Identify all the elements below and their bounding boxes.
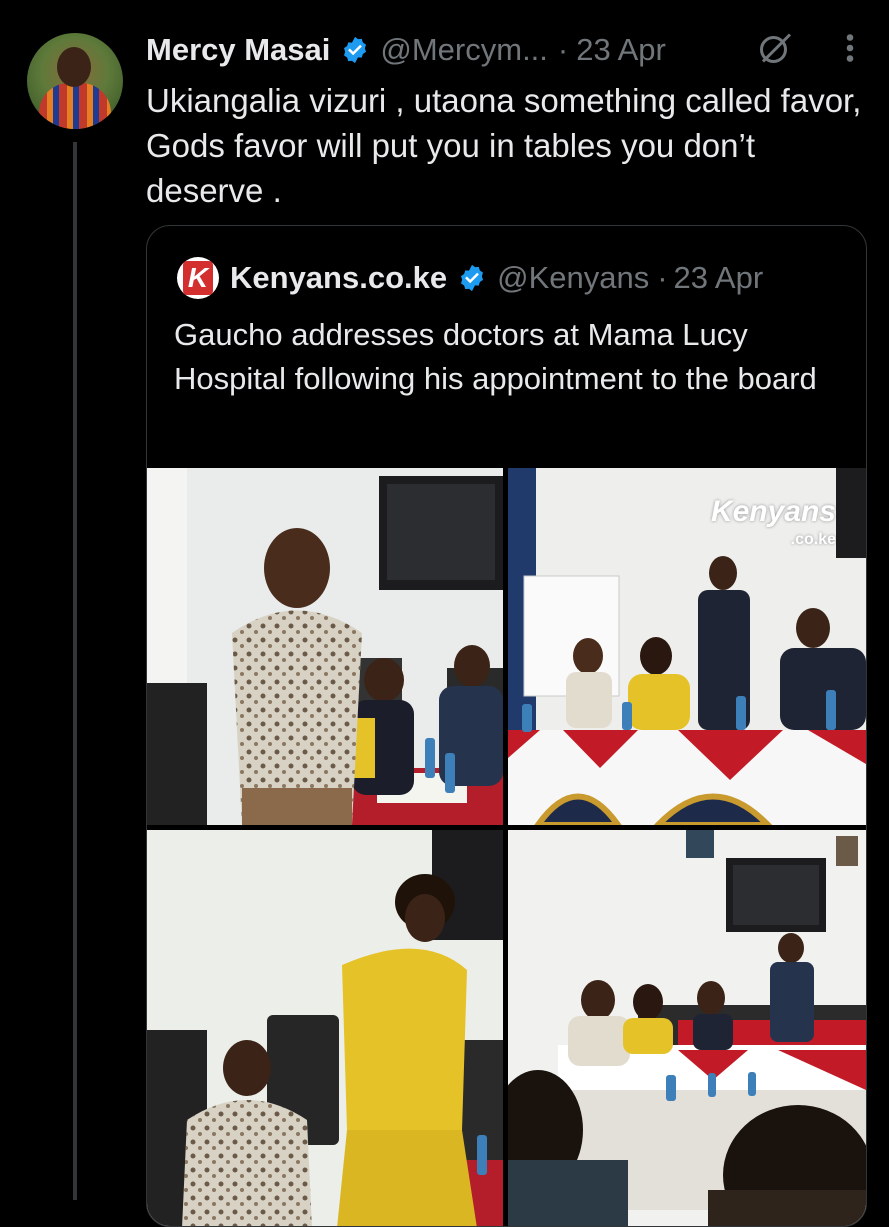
photo-4[interactable] — [508, 830, 866, 1226]
photo-3[interactable] — [147, 830, 503, 1226]
thread-line — [73, 142, 77, 1200]
separator-dot: · — [557, 32, 569, 67]
photo-1[interactable] — [147, 468, 503, 825]
watermark-main: Kenyans — [710, 495, 836, 528]
grok-icon[interactable] — [757, 30, 793, 66]
verified-badge-icon — [461, 264, 484, 292]
kenyans-watermark: Kenyans .co.ke — [710, 495, 836, 554]
verified-badge-icon — [344, 36, 367, 64]
kenyans-logo[interactable]: K — [177, 257, 219, 299]
watermark-sub: .co.ke — [790, 531, 836, 548]
quoted-author-handle[interactable]: @Kenyans — [497, 260, 649, 296]
tweet-header: Mercy Masai @Mercym... · 23 Apr — [146, 28, 666, 72]
quoted-tweet-date[interactable]: 23 Apr — [674, 260, 764, 296]
quoted-tweet-header: Kenyans.co.ke @Kenyans · 23 Apr — [230, 254, 763, 302]
photo-4-scene — [508, 830, 866, 1226]
photo-1-scene — [147, 468, 503, 825]
author-name[interactable]: Mercy Masai — [146, 32, 330, 68]
avatar-clothing — [39, 83, 111, 129]
photo-2[interactable]: Kenyans .co.ke — [508, 468, 866, 825]
tweet-date[interactable]: 23 Apr — [576, 32, 666, 68]
quoted-author-name[interactable]: Kenyans.co.ke — [230, 260, 447, 296]
author-avatar[interactable] — [27, 33, 123, 129]
separator-dot: · — [657, 260, 668, 295]
photo-grid: Kenyans .co.ke — [147, 468, 866, 1226]
quoted-tweet-text: Gaucho addresses doctors at Mama Lucy Ho… — [174, 317, 817, 396]
more-options-icon[interactable] — [842, 30, 858, 66]
avatar-face — [57, 47, 91, 87]
quoted-tweet[interactable]: K Kenyans.co.ke @Kenyans · 23 Apr Gaucho… — [146, 225, 867, 1227]
kenyans-k-icon: K — [183, 261, 213, 295]
photo-3-scene — [147, 830, 503, 1226]
author-handle[interactable]: @Mercym... — [380, 32, 548, 68]
tweet-text: Ukiangalia vizuri , utaona something cal… — [146, 82, 862, 209]
